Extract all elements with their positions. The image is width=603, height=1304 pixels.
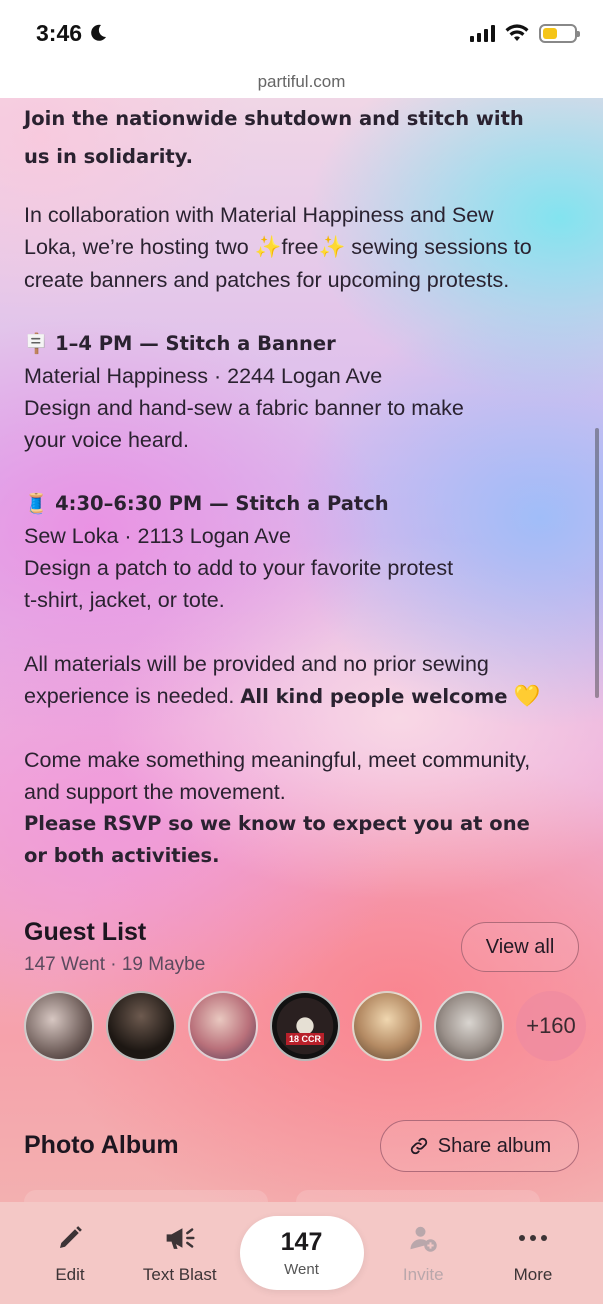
yellow-heart-icon: 💛 — [513, 684, 541, 709]
photo-album-title: Photo Album — [24, 1131, 179, 1159]
closing-line: Come make something meaningful, meet com… — [24, 748, 531, 772]
avatar[interactable]: 18 CCR — [270, 991, 340, 1061]
session-1-title: 🪧 1–4 PM — Stitch a Banner — [24, 328, 584, 360]
cellular-signal-icon — [470, 24, 495, 42]
moon-icon — [91, 24, 107, 41]
url-bar[interactable]: partiful.com — [0, 66, 603, 98]
rsvp-line: Please RSVP so we know to expect you at … — [24, 812, 530, 835]
scrollbar[interactable] — [595, 428, 599, 698]
guest-avatars: 18 CCR +160 — [24, 991, 586, 1061]
edit-button[interactable]: Edit — [20, 1221, 120, 1285]
album-photo-card[interactable] — [296, 1190, 540, 1202]
view-all-button[interactable]: View all — [461, 922, 579, 972]
ellipsis-icon — [519, 1235, 547, 1241]
thread-spool-icon: 🧵 — [24, 492, 49, 515]
wifi-icon — [505, 24, 529, 41]
placard-icon: 🪧 — [24, 332, 49, 355]
went-count: 147 — [280, 1228, 323, 1256]
more-guests-count[interactable]: +160 — [516, 991, 586, 1061]
session-2-location: Sew Loka · 2113 Logan Ave — [24, 524, 291, 548]
album-photo-card[interactable] — [24, 1190, 268, 1202]
avatar[interactable] — [106, 991, 176, 1061]
collab-line: In collaboration with Material Happiness… — [24, 203, 494, 227]
materials-line: experience is needed. All kind people we… — [24, 680, 584, 713]
guest-counts: 147 Went · 19 Maybe — [24, 954, 206, 975]
guest-list-title: Guest List — [24, 918, 147, 946]
avatar[interactable] — [352, 991, 422, 1061]
battery-icon — [539, 23, 580, 43]
bottom-toolbar: Edit Text Blast 147 Went Invite More — [0, 1202, 603, 1304]
url-text: partiful.com — [257, 72, 346, 91]
text-blast-button[interactable]: Text Blast — [130, 1221, 230, 1285]
battery-level — [543, 27, 557, 39]
rsvp-line: or both activities. — [24, 844, 220, 867]
status-bar: 3:46 — [0, 0, 603, 66]
avatar[interactable] — [188, 991, 258, 1061]
status-time: 3:46 — [36, 20, 108, 47]
add-person-icon — [410, 1226, 437, 1252]
intro-line: us in solidarity. — [24, 145, 194, 168]
pencil-icon — [60, 1226, 82, 1248]
avatar[interactable] — [434, 991, 504, 1061]
avatar[interactable] — [24, 991, 94, 1061]
megaphone-icon — [166, 1228, 195, 1249]
status-icons — [470, 23, 580, 43]
invite-button[interactable]: Invite — [373, 1221, 473, 1285]
session-2-title: 🧵 4:30–6:30 PM — Stitch a Patch — [24, 488, 584, 520]
session-1-desc: your voice heard. — [24, 428, 189, 452]
session-2-desc: t-shirt, jacket, or tote. — [24, 588, 225, 612]
went-label: Went — [284, 1261, 319, 1278]
collab-line: create banners and patches for upcoming … — [24, 268, 510, 292]
album-cards — [24, 1190, 540, 1202]
sparkle-icon: ✨ — [254, 235, 282, 260]
collab-line: Loka, we’re hosting two ✨free✨ sewing se… — [24, 231, 584, 264]
rsvp-status-button[interactable]: 147 Went — [239, 1216, 364, 1290]
event-content[interactable]: Join the nationwide shutdown and stitch … — [0, 98, 603, 1202]
clock-text: 3:46 — [36, 19, 83, 46]
link-icon — [410, 1137, 427, 1155]
closing-line: and support the movement. — [24, 780, 286, 804]
session-2-desc: Design a patch to add to your favorite p… — [24, 556, 454, 580]
session-1-location: Material Happiness · 2244 Logan Ave — [24, 364, 383, 388]
session-1-desc: Design and hand-sew a fabric banner to m… — [24, 396, 464, 420]
share-album-button[interactable]: Share album — [380, 1120, 579, 1172]
more-button[interactable]: More — [483, 1221, 583, 1285]
intro-line: Join the nationwide shutdown and stitch … — [24, 107, 524, 130]
materials-line: All materials will be provided and no pr… — [24, 652, 489, 676]
sparkle-icon: ✨ — [318, 235, 346, 260]
